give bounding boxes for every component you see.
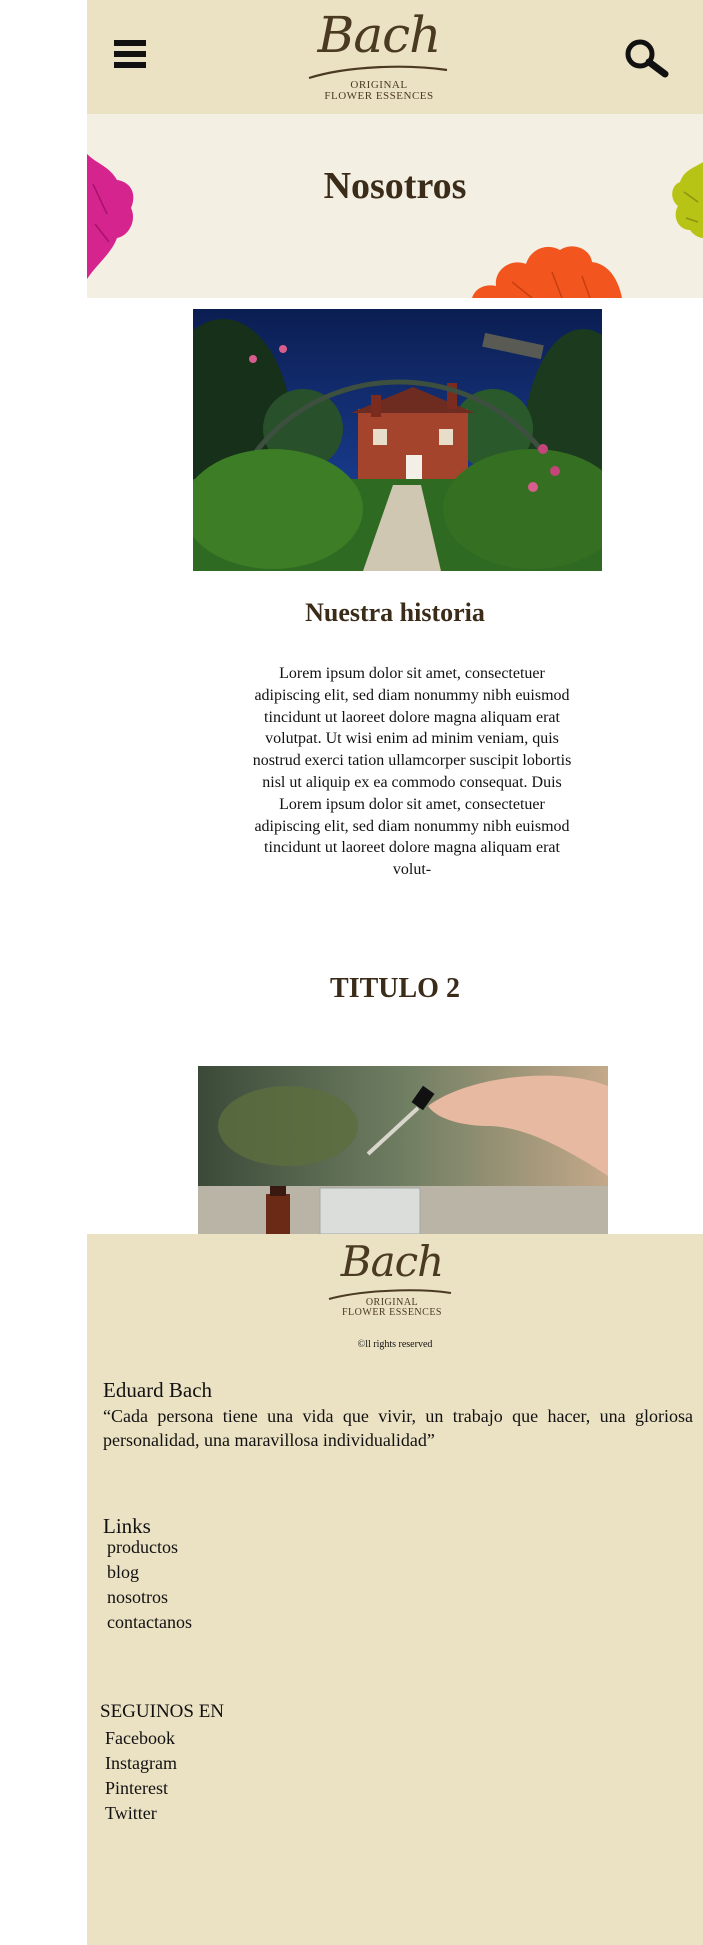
quote-text: “Cada persona tiene una vida que vivir, … — [103, 1406, 693, 1450]
social-link-twitter[interactable]: Twitter — [105, 1801, 177, 1826]
social-links: Facebook Instagram Pinterest Twitter — [105, 1726, 177, 1826]
footer-logo-swoosh-icon — [328, 1289, 452, 1300]
orange-flower-decoration — [472, 246, 622, 298]
dropper-photo — [198, 1066, 608, 1234]
top-header: Bach ORIGINAL FLOWER ESSENCES — [87, 0, 703, 114]
header-logo[interactable]: Bach ORIGINAL FLOWER ESSENCES — [305, 4, 453, 108]
footer-logo-line-2: FLOWER ESSENCES — [341, 1307, 442, 1318]
quote-author: Eduard Bach — [103, 1378, 213, 1402]
logo-line-2: FLOWER ESSENCES — [324, 90, 434, 102]
footer-link-blog[interactable]: blog — [107, 1560, 192, 1585]
footer-link-contactanos[interactable]: contactanos — [107, 1610, 192, 1635]
story-title: Nuestra historia — [305, 598, 485, 627]
footer-logo-script: Bach — [340, 1237, 444, 1286]
footer-logo[interactable]: Bach ORIGINAL FLOWER ESSENCES — [327, 1236, 457, 1326]
footer-links: productos blog nosotros contactanos — [107, 1535, 192, 1635]
story-paragraph: Lorem ipsum dolor sit amet, consectetuer… — [252, 665, 572, 879]
hamburger-menu-icon[interactable] — [114, 40, 146, 70]
social-link-pinterest[interactable]: Pinterest — [105, 1776, 177, 1801]
footer: Bach ORIGINAL FLOWER ESSENCES ©ll rights… — [87, 1234, 703, 1945]
section-2-title: TITULO 2 — [330, 973, 460, 1004]
social-link-facebook[interactable]: Facebook — [105, 1726, 177, 1751]
logo-swoosh-icon — [308, 65, 448, 80]
follow-title: SEGUINOS EN — [100, 1701, 225, 1722]
social-link-instagram[interactable]: Instagram — [105, 1751, 177, 1776]
footer-link-productos[interactable]: productos — [107, 1535, 192, 1560]
cottage-garden-photo — [193, 309, 602, 571]
logo-script: Bach — [317, 6, 442, 64]
rights-text: ©ll rights reserved — [357, 1339, 433, 1350]
page: Bach ORIGINAL FLOWER ESSENCES Nosotros N… — [87, 0, 703, 1945]
search-icon[interactable] — [623, 38, 671, 80]
hero-banner: Nosotros — [87, 114, 703, 298]
footer-link-nosotros[interactable]: nosotros — [107, 1585, 192, 1610]
page-title: Nosotros — [323, 165, 467, 207]
